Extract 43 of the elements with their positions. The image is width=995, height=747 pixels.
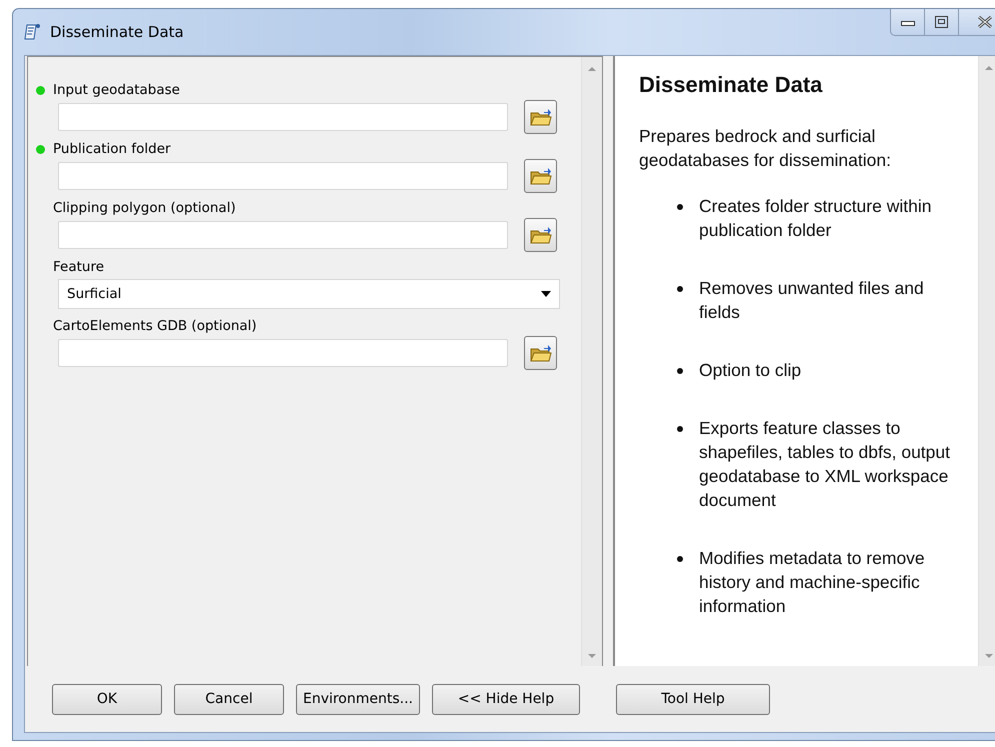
help-bullet-text: Exports feature classes to shapefiles, tables to dbfs, output geodatabase to XML workspace document [699, 417, 951, 512]
window-title: Disseminate Data [50, 23, 184, 41]
open-folder-icon [530, 225, 552, 245]
open-folder-icon [530, 343, 552, 363]
parameter-label: Clipping polygon (optional) [53, 200, 236, 216]
browse-button[interactable] [524, 336, 557, 370]
parameter-label: Feature [53, 259, 104, 275]
bullet-icon [677, 286, 683, 292]
bullet-icon [677, 426, 683, 432]
caret-icon [541, 291, 551, 297]
help-title: Disseminate Data [639, 72, 824, 98]
help-bullet-text: Option to clip [699, 359, 802, 382]
maximize-icon [935, 16, 948, 28]
browse-button[interactable] [524, 100, 557, 134]
bullet-icon [677, 556, 683, 562]
open-folder-icon [530, 166, 552, 186]
browse-button[interactable] [524, 159, 557, 193]
hide-help-button[interactable]: << Hide Help [432, 684, 580, 714]
scrollbar[interactable] [581, 57, 602, 666]
bullet-icon [677, 204, 683, 210]
environments-button[interactable]: Environments... [296, 684, 420, 714]
path-input-field[interactable] [58, 103, 508, 131]
open-folder-icon [530, 107, 552, 127]
feature-dropdown[interactable]: Surficial [58, 279, 560, 309]
help-description: Prepares bedrock and surficial geodatabases for dissemination: [639, 125, 892, 172]
scrollbar[interactable] [978, 56, 995, 666]
help-bullet-text: Creates folder structure within publication folder [699, 195, 932, 242]
ok-button[interactable]: OK [52, 684, 162, 714]
parameter-label: Publication folder [53, 141, 171, 157]
close-icon [976, 15, 994, 29]
path-input-field[interactable] [58, 221, 508, 249]
parameter-label: Input geodatabase [53, 82, 180, 98]
tool-help-button[interactable]: Tool Help [616, 684, 770, 714]
script-tool-icon [24, 22, 42, 42]
minimize-icon [900, 18, 914, 26]
cancel-button[interactable]: Cancel [174, 684, 284, 714]
bullet-icon [677, 368, 683, 374]
path-input-field[interactable] [58, 339, 508, 367]
browse-button[interactable] [524, 218, 557, 252]
help-bullet-text: Removes unwanted files and fields [699, 277, 925, 324]
path-input-field[interactable] [58, 162, 508, 190]
parameter-label: CartoElements GDB (optional) [53, 318, 257, 334]
help-bullet-text: Modifies metadata to remove history and machine-specific information [699, 547, 926, 618]
